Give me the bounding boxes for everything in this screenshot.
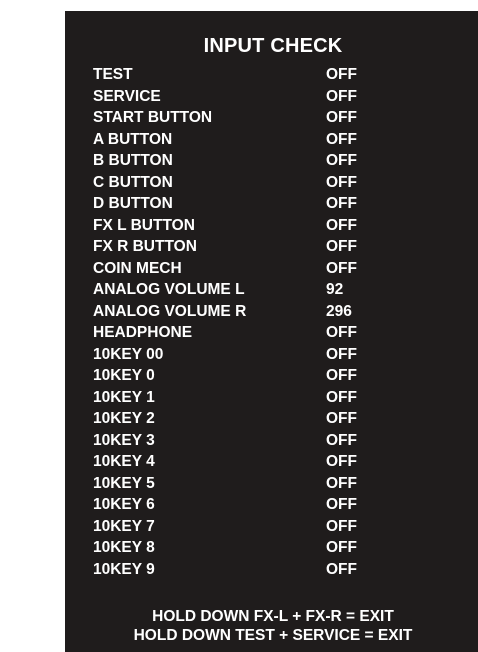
- input-value: OFF: [326, 195, 357, 212]
- input-label: START BUTTON: [93, 109, 213, 126]
- input-value: OFF: [326, 216, 357, 234]
- input-row-b-button: B BUTTON OFF: [93, 150, 478, 172]
- input-label: 10KEY 0: [93, 367, 155, 384]
- input-value: OFF: [326, 410, 357, 427]
- input-row-10key-7: 10KEY 7 OFF: [93, 516, 478, 538]
- input-label: 10KEY 9: [93, 560, 155, 578]
- input-value: 92: [326, 281, 344, 298]
- input-row-a-button: A BUTTON OFF: [93, 129, 478, 151]
- input-row-analog-volume-r: ANALOG VOLUME R 296: [93, 301, 478, 323]
- input-value: OFF: [326, 431, 357, 449]
- input-label: FX R BUTTON: [93, 238, 197, 255]
- input-row-analog-volume-l: ANALOG VOLUME L 92: [93, 279, 478, 301]
- input-row-coin-mech: COIN MECH OFF: [93, 258, 478, 280]
- input-label: 10KEY 7: [93, 517, 155, 535]
- input-value: OFF: [326, 259, 357, 277]
- input-label: 10KEY 5: [93, 474, 155, 492]
- input-value: OFF: [326, 517, 357, 535]
- input-value: OFF: [326, 474, 357, 492]
- input-value: OFF: [326, 496, 357, 513]
- input-row-10key-6: 10KEY 6 OFF: [93, 494, 478, 516]
- input-label: B BUTTON: [93, 152, 173, 169]
- input-value: OFF: [326, 66, 357, 83]
- input-value: OFF: [326, 87, 357, 105]
- input-value: OFF: [326, 238, 357, 255]
- input-label: C BUTTON: [93, 173, 173, 191]
- screen-title: INPUT CHECK: [203, 35, 343, 57]
- input-label: ANALOG VOLUME L: [93, 281, 245, 298]
- input-row-service: SERVICE OFF: [93, 86, 478, 108]
- input-label: TEST: [93, 66, 133, 83]
- input-label: 10KEY 8: [93, 539, 155, 556]
- input-value: OFF: [326, 539, 357, 556]
- input-label: 10KEY 6: [93, 496, 155, 513]
- input-value: OFF: [326, 388, 357, 406]
- input-label: ANALOG VOLUME R: [93, 302, 247, 320]
- input-label: A BUTTON: [93, 130, 173, 148]
- input-row-10key-2: 10KEY 2 OFF: [93, 408, 478, 430]
- input-row-start-button: START BUTTON OFF: [93, 107, 478, 129]
- input-value: OFF: [326, 152, 357, 169]
- input-value: OFF: [326, 345, 357, 363]
- input-row-fx-l-button: FX L BUTTON OFF: [93, 215, 478, 237]
- input-value: OFF: [326, 130, 357, 148]
- input-row-10key-3: 10KEY 3 OFF: [93, 430, 478, 452]
- input-value: OFF: [326, 173, 357, 191]
- input-row-d-button: D BUTTON OFF: [93, 193, 478, 215]
- input-label: 10KEY 2: [93, 410, 155, 427]
- input-row-10key-0: 10KEY 0 OFF: [93, 365, 478, 387]
- input-list: TEST OFF SERVICE OFF START BUTTON OFF A …: [93, 64, 478, 580]
- input-value: OFF: [326, 453, 357, 470]
- exit-instruction-test-service: HOLD DOWN TEST + SERVICE = EXIT: [133, 627, 413, 644]
- input-value: OFF: [326, 324, 357, 341]
- input-row-c-button: C BUTTON OFF: [93, 172, 478, 194]
- input-row-test: TEST OFF: [93, 64, 478, 86]
- input-label: 10KEY 1: [93, 388, 155, 406]
- input-row-10key-8: 10KEY 8 OFF: [93, 537, 478, 559]
- input-label: COIN MECH: [93, 259, 182, 277]
- input-check-screen: INPUT CHECK TEST OFF SERVICE OFF START B…: [65, 11, 478, 652]
- exit-instruction-fx: HOLD DOWN FX-L + FX-R = EXIT: [152, 608, 394, 625]
- input-label: 10KEY 00: [93, 345, 164, 363]
- input-row-10key-1: 10KEY 1 OFF: [93, 387, 478, 409]
- input-row-10key-00: 10KEY 00 OFF: [93, 344, 478, 366]
- input-label: 10KEY 4: [93, 453, 155, 470]
- input-value: OFF: [326, 109, 357, 126]
- input-row-10key-9: 10KEY 9 OFF: [93, 559, 478, 581]
- input-value: OFF: [326, 560, 357, 578]
- input-label: 10KEY 3: [93, 431, 155, 449]
- input-row-10key-5: 10KEY 5 OFF: [93, 473, 478, 495]
- input-value: OFF: [326, 367, 357, 384]
- input-label: SERVICE: [93, 87, 161, 105]
- input-row-10key-4: 10KEY 4 OFF: [93, 451, 478, 473]
- input-label: HEADPHONE: [93, 324, 193, 341]
- input-row-headphone: HEADPHONE OFF: [93, 322, 478, 344]
- input-row-fx-r-button: FX R BUTTON OFF: [93, 236, 478, 258]
- input-value: 296: [326, 302, 352, 320]
- input-label: D BUTTON: [93, 195, 173, 212]
- exit-instructions: HOLD DOWN FX-L + FX-R = EXIT HOLD DOWN T…: [65, 607, 478, 645]
- input-label: FX L BUTTON: [93, 216, 195, 234]
